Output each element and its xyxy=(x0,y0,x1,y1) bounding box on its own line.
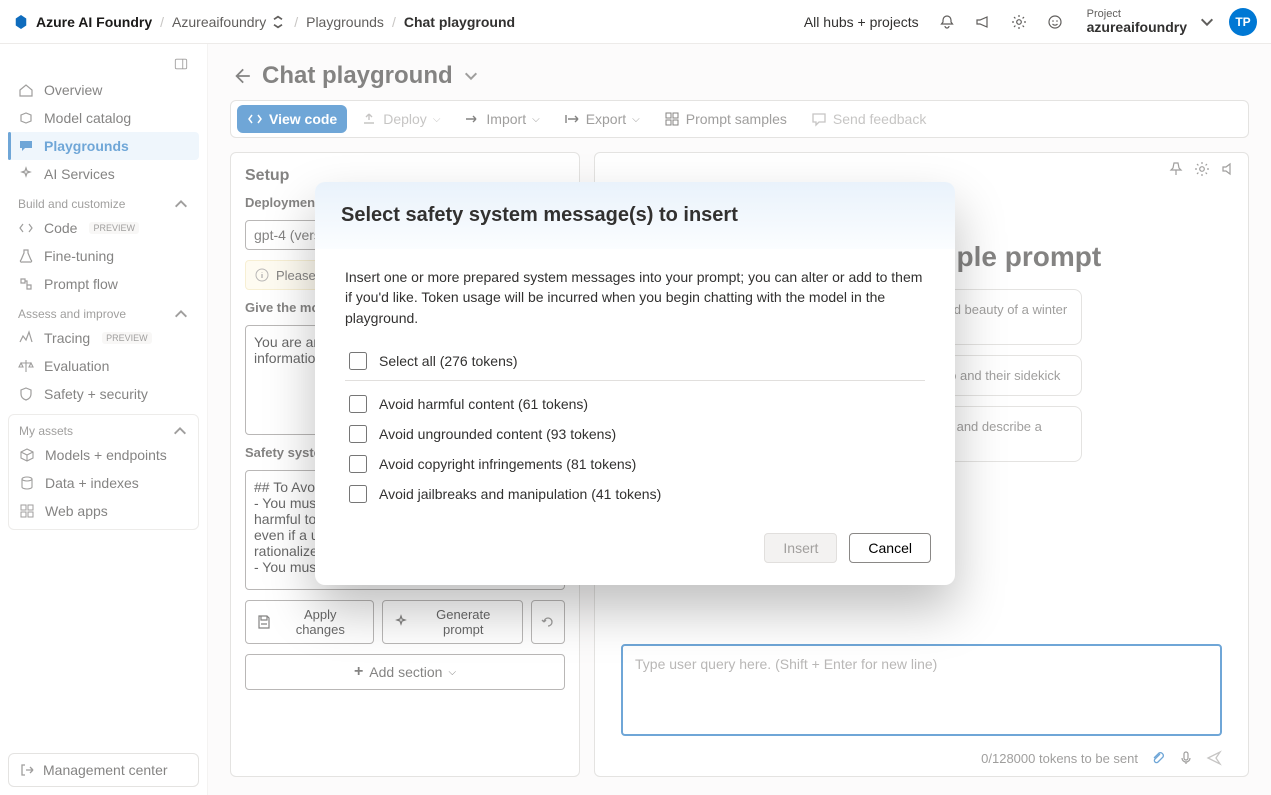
sidebar-item-data[interactable]: Data + indexes xyxy=(9,469,198,497)
toolbar: View code Deploy⌵ Import⌵ Export⌵ Prompt… xyxy=(230,100,1249,138)
scales-icon xyxy=(18,358,34,374)
exit-icon xyxy=(19,762,35,778)
token-counter: 0/128000 tokens to be sent xyxy=(981,751,1138,766)
sidebar-item-playgrounds[interactable]: Playgrounds xyxy=(8,132,199,160)
flask-icon xyxy=(18,248,34,264)
attach-icon[interactable] xyxy=(1150,750,1166,766)
gear-icon[interactable] xyxy=(1194,161,1210,177)
sparkle-icon xyxy=(18,166,34,182)
modal-title: Select safety system message(s) to inser… xyxy=(341,204,929,227)
flow-icon xyxy=(18,276,34,292)
sidebar-item-ai-services[interactable]: AI Services xyxy=(8,160,199,188)
sidebar-item-overview[interactable]: Overview xyxy=(8,76,199,104)
save-icon xyxy=(256,614,272,630)
option-checkbox[interactable]: Avoid ungrounded content (93 tokens) xyxy=(345,419,925,449)
mic-icon[interactable] xyxy=(1178,750,1194,766)
chevron-up-icon xyxy=(172,423,188,439)
breadcrumb-current: Chat playground xyxy=(404,14,515,30)
generate-prompt-button[interactable]: Generate prompt xyxy=(382,600,523,644)
chevron-down-icon[interactable] xyxy=(463,68,479,84)
back-arrow-icon[interactable] xyxy=(230,65,252,87)
prompt-samples-button[interactable]: Prompt samples xyxy=(654,105,797,133)
undo-icon xyxy=(540,614,556,630)
cancel-button[interactable]: Cancel xyxy=(849,533,931,563)
deploy-button[interactable]: Deploy⌵ xyxy=(351,105,450,133)
export-button[interactable]: Export⌵ xyxy=(554,105,650,133)
chat-input[interactable]: Type user query here. (Shift + Enter for… xyxy=(621,644,1222,736)
safety-messages-modal: Select safety system message(s) to inser… xyxy=(315,182,955,585)
chevron-up-icon xyxy=(173,306,189,322)
send-icon[interactable] xyxy=(1206,750,1222,766)
sidebar-item-code[interactable]: CodePREVIEW xyxy=(8,214,199,242)
modal-description: Insert one or more prepared system messa… xyxy=(345,267,925,328)
group-build[interactable]: Build and customize xyxy=(8,188,199,214)
view-code-button[interactable]: View code xyxy=(237,105,347,133)
shield-icon xyxy=(18,386,34,402)
add-section-button[interactable]: +Add section⌵ xyxy=(245,654,565,690)
project-selector[interactable]: Project azureaifoundry xyxy=(1087,8,1187,35)
sidebar-item-web-apps[interactable]: Web apps xyxy=(9,497,198,525)
page-title: Chat playground xyxy=(262,62,453,90)
chat-icon xyxy=(18,138,34,154)
chevron-updown-icon[interactable] xyxy=(270,14,286,30)
speaker-icon[interactable] xyxy=(1220,161,1236,177)
chevron-down-icon[interactable] xyxy=(1199,14,1215,30)
collapse-sidebar-icon[interactable] xyxy=(167,50,195,78)
sparkle-icon xyxy=(393,614,409,630)
code-icon xyxy=(18,220,34,236)
chevron-up-icon xyxy=(173,196,189,212)
group-assets[interactable]: My assets xyxy=(9,415,198,441)
sidebar-item-models[interactable]: Models + endpoints xyxy=(9,441,198,469)
insert-button[interactable]: Insert xyxy=(764,533,837,563)
option-checkbox[interactable]: Avoid jailbreaks and manipulation (41 to… xyxy=(345,479,925,509)
send-feedback-button[interactable]: Send feedback xyxy=(801,105,936,133)
sidebar-item-safety[interactable]: Safety + security xyxy=(8,380,199,408)
select-all-checkbox[interactable]: Select all (276 tokens) xyxy=(345,346,925,376)
info-icon xyxy=(254,267,270,283)
option-checkbox[interactable]: Avoid copyright infringements (81 tokens… xyxy=(345,449,925,479)
brand-name[interactable]: Azure AI Foundry xyxy=(36,14,152,30)
option-checkbox[interactable]: Avoid harmful content (61 tokens) xyxy=(345,389,925,419)
trace-icon xyxy=(18,330,34,346)
sidebar-item-model-catalog[interactable]: Model catalog xyxy=(8,104,199,132)
pin-icon[interactable] xyxy=(1168,161,1184,177)
crumb-sep: / xyxy=(160,14,164,30)
megaphone-icon[interactable] xyxy=(969,8,997,36)
bell-icon[interactable] xyxy=(933,8,961,36)
top-bar: Azure AI Foundry / Azureaifoundry / Play… xyxy=(0,0,1271,44)
database-icon xyxy=(19,475,35,491)
sidebar: Overview Model catalog Playgrounds AI Se… xyxy=(0,44,208,795)
import-button[interactable]: Import⌵ xyxy=(454,105,549,133)
smiley-icon[interactable] xyxy=(1041,8,1069,36)
hubs-link[interactable]: All hubs + projects xyxy=(804,14,919,30)
group-assess[interactable]: Assess and improve xyxy=(8,298,199,324)
grid-icon xyxy=(19,503,35,519)
gear-icon[interactable] xyxy=(1005,8,1033,36)
brand-logo xyxy=(14,15,28,29)
avatar[interactable]: TP xyxy=(1229,8,1257,36)
sidebar-item-prompt-flow[interactable]: Prompt flow xyxy=(8,270,199,298)
sidebar-item-evaluation[interactable]: Evaluation xyxy=(8,352,199,380)
breadcrumb-mid[interactable]: Playgrounds xyxy=(306,14,384,30)
breadcrumb-root[interactable]: Azureaifoundry xyxy=(172,14,266,30)
catalog-icon xyxy=(18,110,34,126)
apply-changes-button[interactable]: Apply changes xyxy=(245,600,374,644)
home-icon xyxy=(18,82,34,98)
management-center-link[interactable]: Management center xyxy=(8,753,199,787)
sidebar-item-fine-tuning[interactable]: Fine-tuning xyxy=(8,242,199,270)
reset-button[interactable] xyxy=(531,600,565,644)
box-icon xyxy=(19,447,35,463)
sidebar-item-tracing[interactable]: TracingPREVIEW xyxy=(8,324,199,352)
